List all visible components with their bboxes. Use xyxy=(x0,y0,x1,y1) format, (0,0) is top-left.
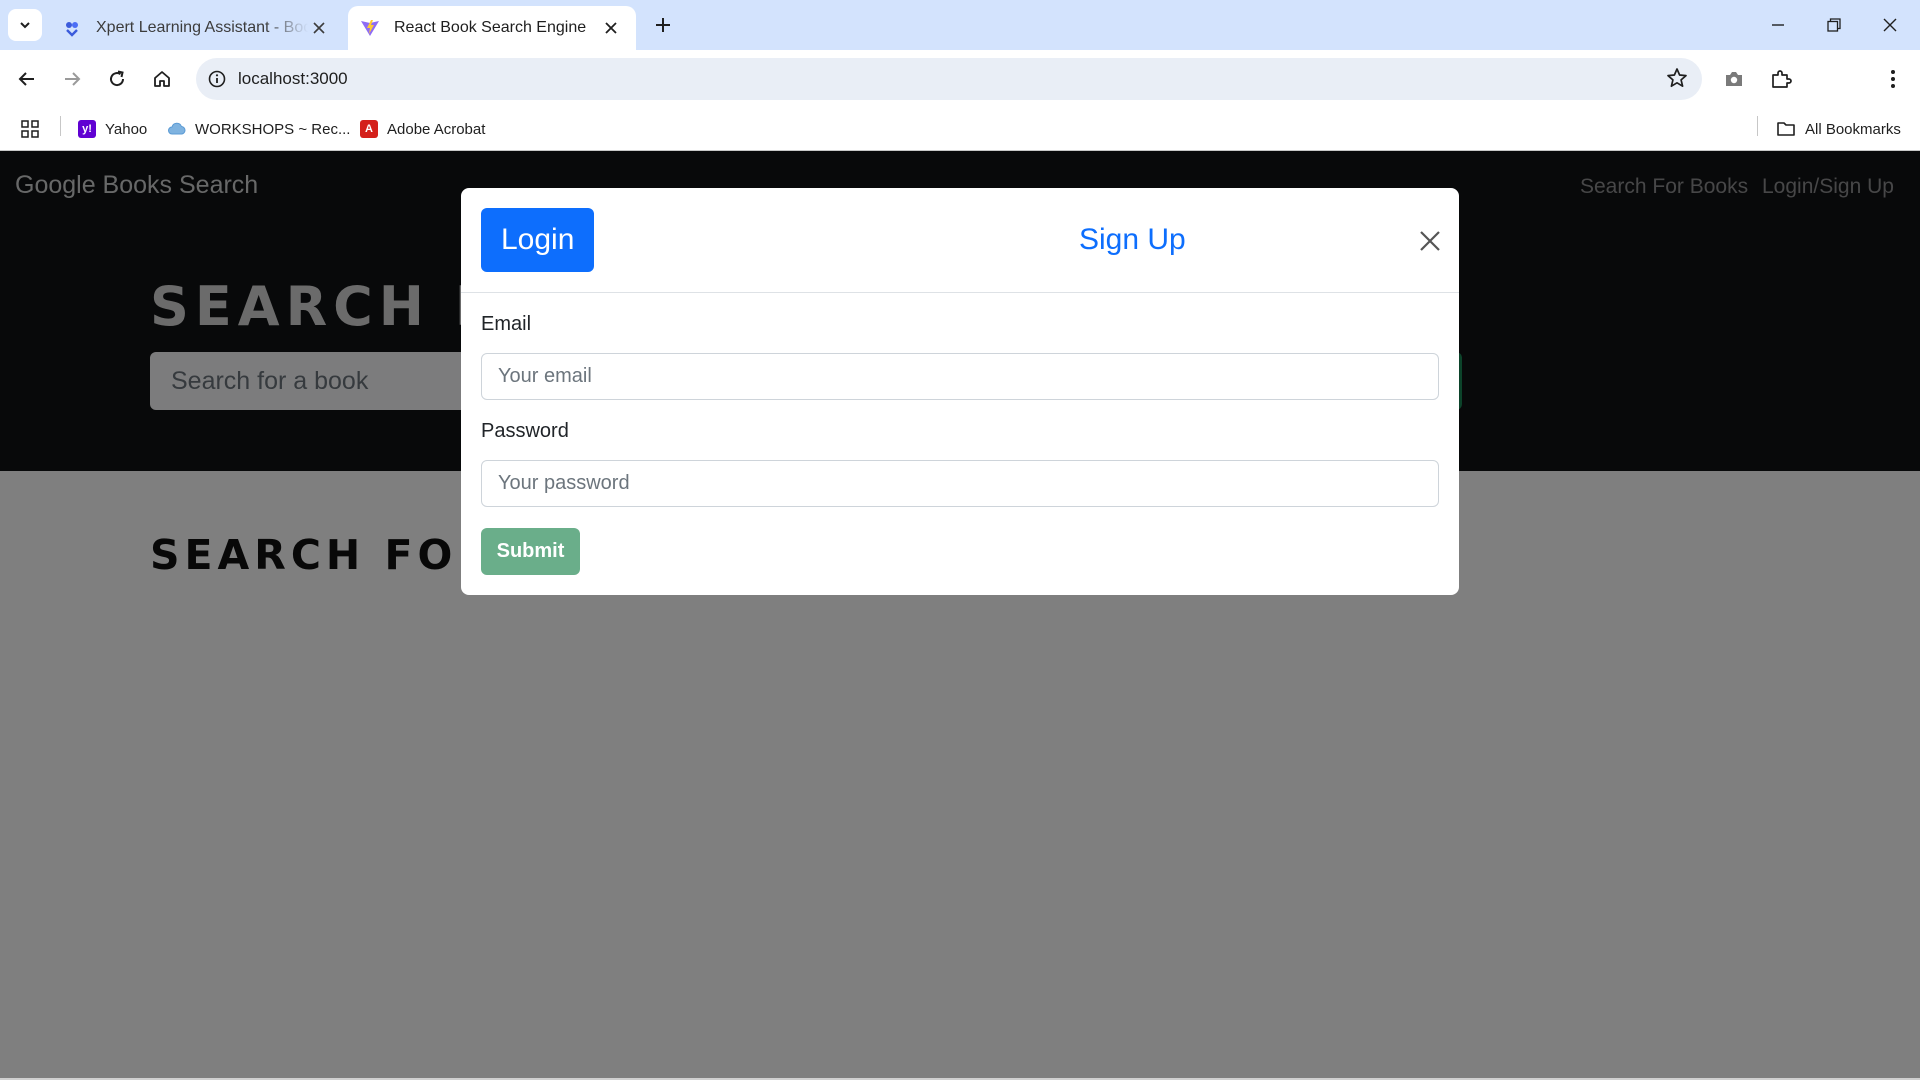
close-window-button[interactable] xyxy=(1862,0,1918,50)
acrobat-icon: A xyxy=(360,120,378,138)
submit-button[interactable]: Submit xyxy=(481,528,580,575)
star-icon[interactable] xyxy=(1666,67,1688,94)
close-icon xyxy=(1883,18,1897,32)
yahoo-icon: y! xyxy=(78,120,96,138)
xpert-icon xyxy=(62,18,82,38)
chevron-down-icon xyxy=(20,22,30,29)
login-signup-modal: Login Sign Up Email Password Submit xyxy=(461,188,1459,595)
tab-title: Xpert Learning Assistant - Boot xyxy=(96,19,308,36)
arrow-left-icon xyxy=(18,72,34,86)
tab-login[interactable]: Login xyxy=(481,208,595,272)
bookmark-adobe-acrobat[interactable]: A Adobe Acrobat xyxy=(360,116,485,142)
forward-button[interactable] xyxy=(55,62,89,96)
info-icon[interactable] xyxy=(196,70,238,88)
password-field[interactable] xyxy=(481,460,1439,507)
bookmark-label: Adobe Acrobat xyxy=(387,120,486,138)
browser-tab-react-book-search[interactable]: React Book Search Engine xyxy=(348,6,636,50)
cloud-icon xyxy=(168,120,186,138)
new-tab-button[interactable] xyxy=(650,12,676,38)
bookmarks-bar: y! Yahoo WORKSHOPS ~ Rec... A Adobe Acro… xyxy=(0,108,1920,151)
email-label: Email xyxy=(481,313,532,335)
bookmark-separator xyxy=(60,116,61,136)
bookmark-label: WORKSHOPS ~ Rec... xyxy=(195,120,351,138)
browser-tab-xpert[interactable]: Xpert Learning Assistant - Boot xyxy=(52,6,344,50)
bookmark-workshops[interactable]: WORKSHOPS ~ Rec... xyxy=(168,116,350,142)
modal-header: Login Sign Up xyxy=(461,188,1459,293)
all-bookmarks-button[interactable]: All Bookmarks xyxy=(1776,116,1901,142)
reload-icon xyxy=(110,70,125,87)
more-vertical-icon xyxy=(1891,70,1895,88)
all-bookmarks-label: All Bookmarks xyxy=(1805,120,1901,138)
home-icon xyxy=(154,71,170,87)
extensions-button[interactable] xyxy=(1764,62,1798,96)
close-icon[interactable] xyxy=(308,17,330,39)
screenshot-button[interactable] xyxy=(1717,62,1751,96)
url-text[interactable]: localhost:3000 xyxy=(238,69,348,89)
apps-grid-icon xyxy=(21,120,39,138)
bookmark-label: Yahoo xyxy=(105,120,148,138)
vite-icon xyxy=(360,18,380,38)
page-viewport: Google Books Search Search For Books Log… xyxy=(0,151,1920,1080)
puzzle-icon xyxy=(1772,70,1792,88)
email-field[interactable] xyxy=(481,353,1439,400)
restore-icon xyxy=(1827,18,1841,32)
tab-title: React Book Search Engine xyxy=(394,19,587,36)
tab-search-button[interactable] xyxy=(8,9,42,41)
back-button[interactable] xyxy=(10,62,44,96)
restore-button[interactable] xyxy=(1806,0,1862,50)
tab-sign-up[interactable]: Sign Up xyxy=(1059,208,1206,272)
arrow-right-icon xyxy=(65,72,81,86)
home-button[interactable] xyxy=(145,62,179,96)
bookmark-yahoo[interactable]: y! Yahoo xyxy=(78,116,147,142)
chrome-menu-button[interactable] xyxy=(1876,62,1910,96)
folder-icon xyxy=(1777,122,1795,136)
password-label: Password xyxy=(481,420,569,442)
minimize-button[interactable] xyxy=(1750,0,1806,50)
close-icon[interactable] xyxy=(600,17,622,39)
plus-icon xyxy=(656,18,670,32)
close-icon[interactable] xyxy=(1416,227,1444,255)
browser-tab-strip: Xpert Learning Assistant - Boot React Bo… xyxy=(0,0,1920,50)
address-bar[interactable]: localhost:3000 xyxy=(196,58,1702,100)
camera-icon xyxy=(1726,72,1742,86)
browser-toolbar: localhost:3000 xyxy=(0,50,1920,142)
minimize-icon xyxy=(1772,24,1784,26)
apps-button[interactable] xyxy=(20,116,40,142)
reload-button[interactable] xyxy=(100,62,134,96)
bookmark-separator xyxy=(1757,116,1758,136)
